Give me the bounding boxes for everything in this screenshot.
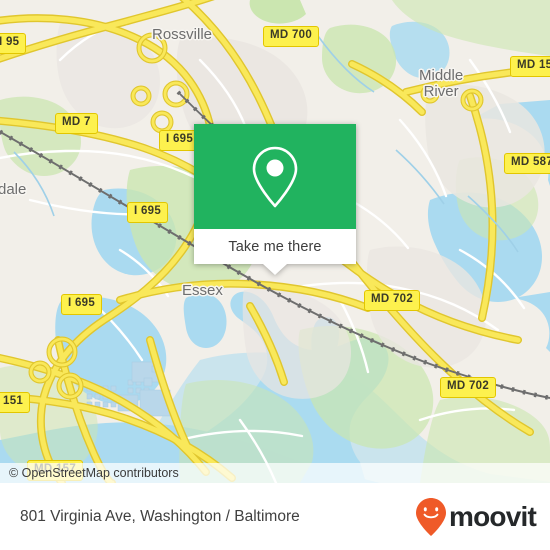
moovit-logo[interactable]: moovit: [415, 497, 537, 537]
road-shield-md700: MD 700: [263, 26, 320, 47]
footer-bar: 801 Virginia Ave, Washington / Baltimore…: [0, 483, 550, 550]
road-shield-i695-b: I 695: [127, 202, 169, 223]
place-label-essex: Essex: [182, 282, 223, 299]
place-label-rossville: Rossville: [152, 26, 213, 43]
road-shield-md587: MD 587: [504, 153, 550, 174]
popup-icon-panel: [194, 124, 356, 229]
map-page: Rossville Middle River dale Essex I 95 M…: [0, 0, 550, 550]
map-popup-callout[interactable]: Take me there: [194, 124, 356, 275]
road-shield-md150: MD 150: [510, 56, 550, 77]
road-shield-i695-c: I 695: [61, 294, 103, 315]
moovit-wordmark: moovit: [449, 500, 537, 532]
take-me-there-label: Take me there: [228, 238, 322, 255]
place-label-middle-river: Middle River: [419, 67, 464, 100]
location-address-label: 801 Virginia Ave, Washington / Baltimore: [20, 507, 300, 525]
road-shield-md702-a: MD 702: [364, 290, 421, 311]
place-label-rosedale: dale: [0, 181, 27, 198]
popup-cta-panel[interactable]: Take me there: [194, 229, 356, 264]
popup-tail-pointer: [263, 264, 287, 275]
osm-attribution-bar: © OpenStreetMap contributors: [0, 463, 550, 483]
road-shield-md7: MD 7: [55, 113, 98, 134]
road-shield-151: 151: [0, 392, 31, 413]
map-pin-icon: [252, 146, 298, 207]
road-shield-md702-b: MD 702: [440, 377, 497, 398]
map-canvas[interactable]: Rossville Middle River dale Essex I 95 M…: [0, 0, 550, 483]
osm-attribution-text[interactable]: © OpenStreetMap contributors: [9, 466, 179, 480]
road-shield-i95: I 95: [0, 33, 27, 54]
moovit-smiley-pin-icon: [416, 497, 447, 536]
footer-content: 801 Virginia Ave, Washington / Baltimore…: [0, 483, 550, 550]
